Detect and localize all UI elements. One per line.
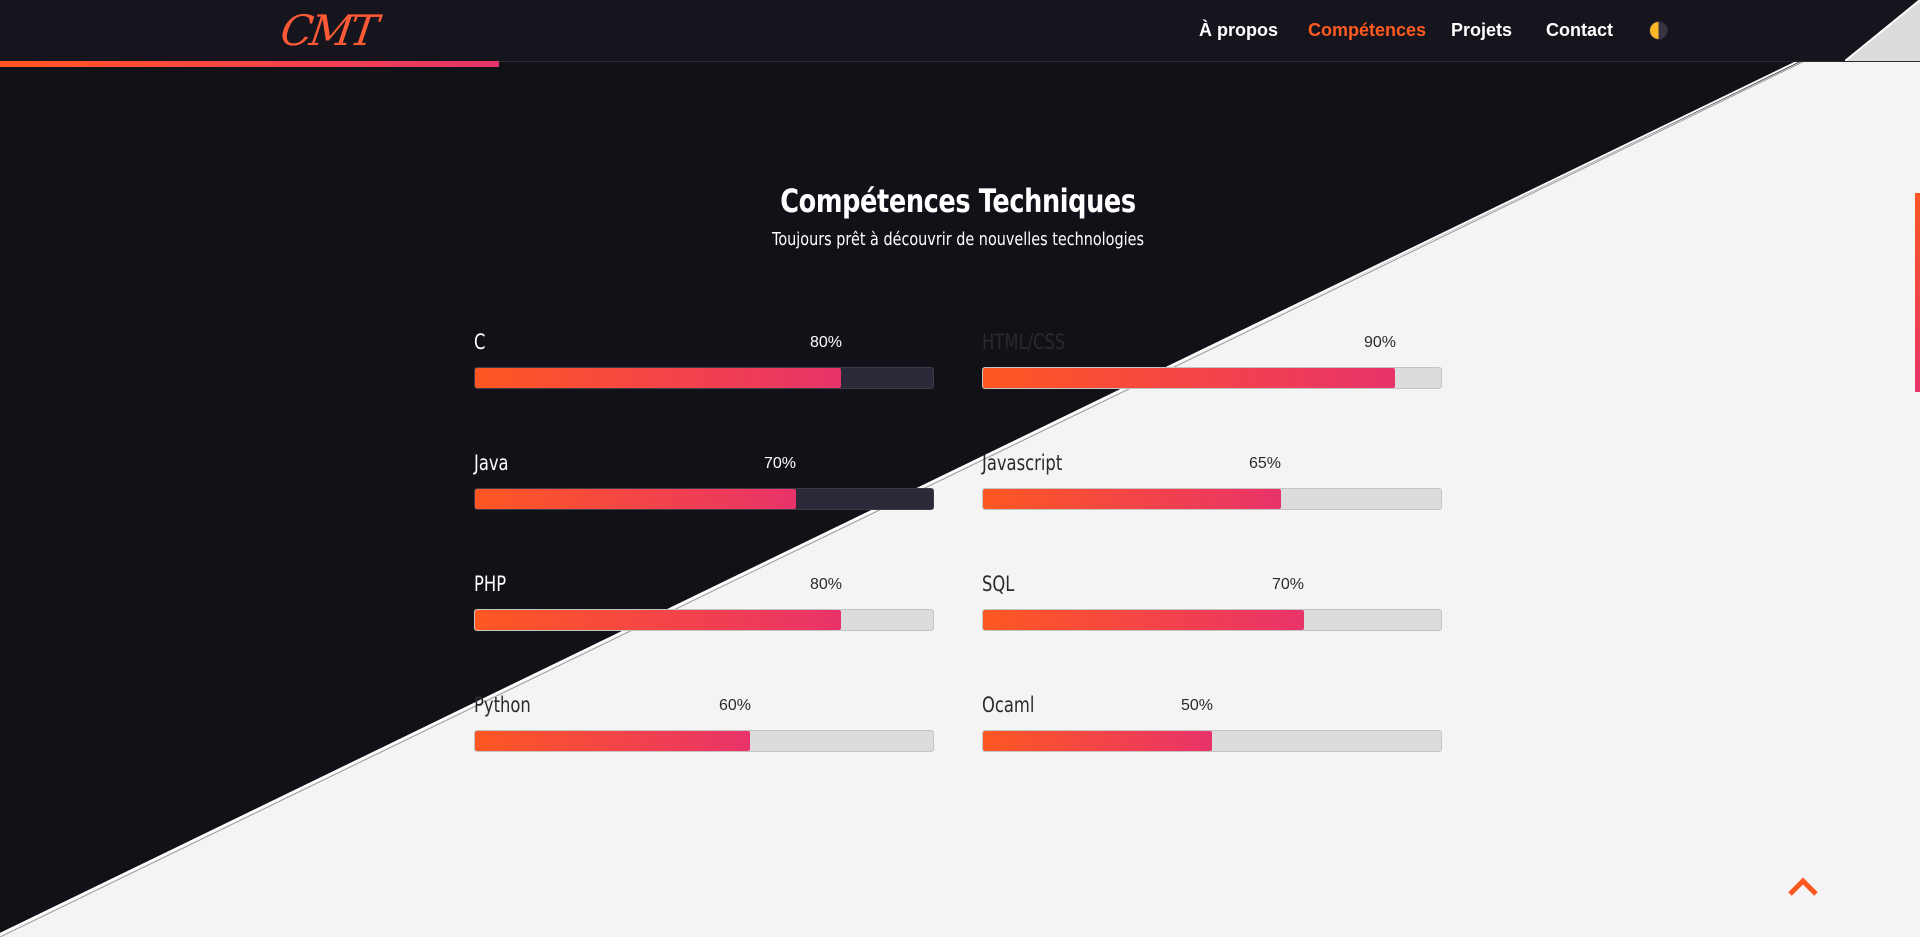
nav-link-projets[interactable]: Projets bbox=[1451, 20, 1512, 41]
skill-bar-fill bbox=[983, 368, 1396, 388]
section-title: Compétences Techniques bbox=[780, 181, 1136, 220]
skill-bar-track bbox=[982, 730, 1442, 752]
skill-bar-fill bbox=[983, 489, 1281, 509]
skill-percent: 90% bbox=[1364, 334, 1397, 351]
skill-name: Python bbox=[474, 693, 531, 717]
nav-link-a-propos[interactable]: À propos bbox=[1199, 20, 1278, 41]
diagonal-background bbox=[0, 0, 1920, 937]
nav-link-contact[interactable]: Contact bbox=[1546, 20, 1613, 41]
chevron-up-icon bbox=[1788, 877, 1818, 896]
skill-percent: 70% bbox=[1272, 576, 1305, 593]
back-to-top-button[interactable] bbox=[1787, 874, 1819, 898]
skill-percent: 60% bbox=[719, 697, 752, 714]
side-accent-bar bbox=[1915, 193, 1920, 392]
scroll-progress-bar bbox=[0, 61, 500, 67]
skill-item-java: Java 70% bbox=[474, 451, 934, 521]
skill-item-python: Python 60% bbox=[474, 693, 934, 763]
skill-bar-fill bbox=[475, 489, 796, 509]
skill-name: Java bbox=[474, 451, 509, 475]
theme-toggle-icon[interactable] bbox=[1650, 22, 1667, 39]
skill-name: SQL bbox=[982, 572, 1015, 596]
nav-link-competences[interactable]: Compétences bbox=[1308, 20, 1426, 41]
skill-bar-fill bbox=[475, 731, 750, 751]
skill-percent: 80% bbox=[810, 334, 843, 351]
skill-percent: 80% bbox=[810, 576, 843, 593]
skill-name: Ocaml bbox=[982, 693, 1035, 717]
navbar: CMT À propos Compétences Projets Contact bbox=[0, 0, 1920, 62]
skill-name: PHP bbox=[474, 572, 507, 596]
skill-bar-track bbox=[982, 609, 1442, 631]
skill-item-html-css: HTML/CSS 90% bbox=[982, 330, 1442, 400]
navbar-corner-shape bbox=[1845, 0, 1920, 61]
skill-bar-track bbox=[474, 730, 934, 752]
skill-bar-fill bbox=[983, 731, 1212, 751]
skill-percent: 50% bbox=[1181, 697, 1214, 714]
skill-item-sql: SQL 70% bbox=[982, 572, 1442, 642]
skill-item-ocaml: Ocaml 50% bbox=[982, 693, 1442, 763]
section-subtitle: Toujours prêt à découvrir de nouvelles t… bbox=[771, 229, 1144, 250]
skill-bar-fill bbox=[475, 368, 842, 388]
skill-item-php: PHP 80% bbox=[474, 572, 934, 642]
skill-bar-track bbox=[982, 367, 1442, 389]
site-logo[interactable]: CMT bbox=[278, 6, 379, 55]
skill-name: C bbox=[474, 330, 486, 354]
skill-item-c: C 80% bbox=[474, 330, 934, 400]
skill-name: HTML/CSS bbox=[982, 330, 1066, 354]
skill-bar-fill bbox=[983, 610, 1304, 630]
skill-bar-track bbox=[982, 488, 1442, 510]
skill-bar-fill bbox=[475, 610, 842, 630]
skill-name: Javascript bbox=[982, 451, 1063, 475]
skill-percent: 65% bbox=[1249, 455, 1282, 472]
skill-percent: 70% bbox=[764, 455, 797, 472]
skill-bar-track bbox=[474, 609, 934, 631]
skill-bar-track bbox=[474, 367, 934, 389]
skill-bar-track bbox=[474, 488, 934, 510]
skill-item-javascript: Javascript 65% bbox=[982, 451, 1442, 521]
